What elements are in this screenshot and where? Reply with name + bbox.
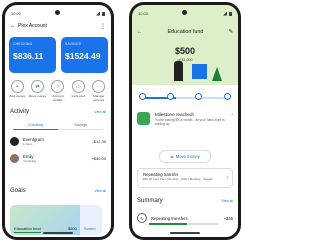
- goal-amount: $500: [68, 226, 77, 231]
- goal-progress-fill: [14, 232, 41, 234]
- checking-label: CHECKING: [13, 42, 33, 46]
- milestone-subtitle: You're saving $X a month - all your hard…: [155, 118, 225, 127]
- goal-target-amount: of $1,000: [177, 58, 193, 62]
- add-icon: +: [10, 80, 24, 93]
- summary-row-amount: +$45: [223, 215, 233, 221]
- action-label: Lock card: [71, 94, 86, 98]
- gesture-bar[interactable]: [43, 232, 73, 234]
- goals-view-all-link[interactable]: View all: [94, 189, 106, 193]
- battery-icon: [102, 11, 105, 16]
- transaction-date: Yesterday: [23, 158, 37, 163]
- status-icons: [96, 11, 105, 16]
- quick-actions: + Add money ⇄ Move money i Account detai…: [7, 80, 109, 102]
- milestone-dot: [224, 93, 231, 100]
- savings-balance: $1524.49: [65, 51, 101, 61]
- page-title: Education fund: [167, 29, 204, 35]
- goal-saved-amount: $500: [174, 46, 196, 56]
- app-header: ← Education fund ✎: [137, 27, 233, 37]
- more-horizontal-icon: ⋯: [92, 80, 106, 93]
- tab-checking[interactable]: Checking: [13, 122, 58, 130]
- activity-title: Activity: [10, 109, 30, 115]
- right-phone: 10:00 ← Education fund ✎ $500 of $1,000: [129, 2, 241, 240]
- goals-header: Goals View all: [10, 188, 106, 194]
- manage-account-button[interactable]: ⋯ Manage account: [90, 80, 108, 102]
- merchant-avatar: [10, 136, 19, 146]
- summary-progress-bar: [149, 223, 218, 225]
- list-item[interactable]: Emily Yesterday +$40.00: [10, 151, 106, 165]
- status-icons: [223, 11, 232, 16]
- activity-tabs: Checking Savings: [13, 122, 103, 130]
- chevron-right-icon: ›: [226, 175, 228, 181]
- activity-header: Activity View all: [10, 109, 106, 115]
- swap-icon: ⇄: [31, 80, 45, 93]
- repeating-transfer-card[interactable]: Repeating transfer $50.00 from Plex chec…: [137, 168, 233, 188]
- tab-savings[interactable]: Savings: [58, 122, 103, 130]
- box-illustration: [192, 64, 207, 79]
- move-money-button[interactable]: ⇄ Move money: [29, 80, 47, 102]
- summary-progress-fill: [149, 223, 187, 225]
- person-illustration: [174, 61, 183, 81]
- hero-banner: [132, 5, 238, 85]
- summary-header: Summary View all: [137, 198, 233, 204]
- more-options-icon[interactable]: ⋮: [100, 23, 106, 30]
- summary-title: Summary: [137, 198, 163, 204]
- account-details-button[interactable]: i Account details: [49, 80, 67, 102]
- summary-view-all-link[interactable]: View all: [221, 199, 233, 203]
- left-phone: 10:00 ← Plex Account ⋮ CHECKING $836.11 …: [2, 2, 114, 240]
- signal-icon: [96, 11, 100, 16]
- checking-balance: $836.11: [13, 51, 44, 61]
- move-money-button[interactable]: ⇄ Move money: [159, 150, 211, 163]
- swap-icon: ⇄: [170, 154, 174, 159]
- add-money-button[interactable]: + Add money: [8, 80, 26, 102]
- goal-progress-track: [140, 97, 230, 99]
- goal-card[interactable]: Education fund $500 Summ: [10, 205, 102, 235]
- repeating-transfer-details: $50.00 from Plex checking · Starts Monda…: [143, 177, 213, 181]
- page-title: Plex Account: [18, 23, 47, 29]
- savings-label: SAVINGS: [65, 42, 82, 46]
- action-label: Account details: [52, 94, 64, 102]
- goals-title: Goals: [10, 188, 26, 194]
- battery-icon: [229, 11, 232, 16]
- summary-row-label: Repeating transfers: [151, 215, 188, 221]
- savings-card[interactable]: SAVINGS $1524.49: [61, 37, 108, 73]
- next-card-peek: Summ: [84, 226, 96, 231]
- repeat-icon: ↻: [137, 213, 147, 223]
- info-icon: i: [51, 80, 65, 93]
- trophy-icon: [137, 112, 150, 125]
- transaction-date: 1 Days: [23, 141, 33, 146]
- checking-card[interactable]: CHECKING $836.11: [9, 37, 56, 73]
- milestone-banner[interactable]: Milestone reached! You're saving $X a mo…: [137, 112, 233, 127]
- camera-hole: [55, 10, 60, 15]
- list-item[interactable]: Eventgram 1 Days -$12.39: [10, 134, 106, 148]
- transaction-name: Eventgram: [23, 136, 44, 142]
- signal-icon: [223, 11, 227, 16]
- gesture-bar[interactable]: [170, 232, 200, 234]
- move-money-label: Move money: [175, 154, 200, 159]
- left-screen: 10:00 ← Plex Account ⋮ CHECKING $836.11 …: [5, 5, 111, 237]
- milestone-title: Milestone reached!: [155, 112, 194, 117]
- card-icon: ▭: [71, 80, 85, 93]
- action-label: Manage account: [93, 94, 105, 102]
- transaction-amount: +$40.00: [91, 155, 106, 161]
- right-screen: 10:00 ← Education fund ✎ $500 of $1,000: [132, 5, 238, 237]
- milestone-dot: [167, 93, 174, 100]
- back-arrow-icon[interactable]: ←: [10, 23, 18, 29]
- activity-view-all-link[interactable]: View all: [94, 110, 106, 114]
- status-time: 10:00: [11, 11, 22, 16]
- goal-name: Education fund: [14, 226, 41, 231]
- transaction-amount: -$12.39: [92, 138, 106, 144]
- milestone-dot: [139, 93, 146, 100]
- chevron-right-icon: ›: [231, 112, 233, 118]
- app-header: ← Plex Account ⋮: [10, 21, 106, 31]
- action-label: Add money: [9, 94, 26, 98]
- avatar: [10, 153, 19, 163]
- status-time: 10:00: [138, 11, 149, 16]
- lock-card-button[interactable]: ▭ Lock card: [69, 80, 87, 102]
- action-label: Move money: [28, 94, 47, 98]
- milestone-dot: [195, 93, 202, 100]
- edit-icon[interactable]: ✎: [228, 29, 233, 35]
- camera-hole: [182, 10, 187, 15]
